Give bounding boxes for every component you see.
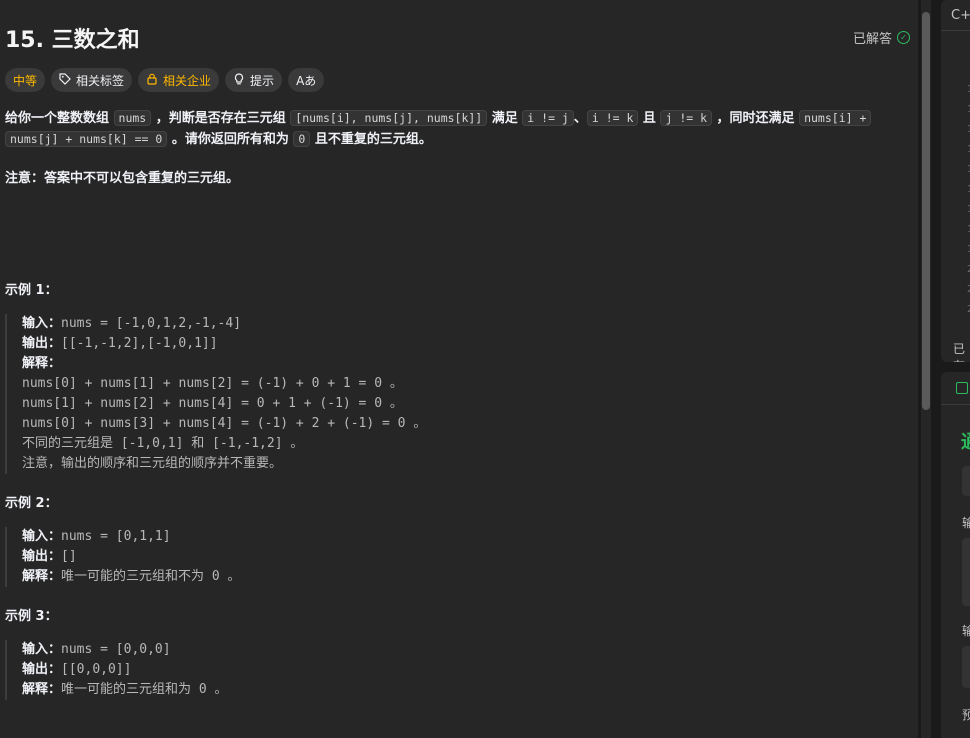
solved-status: 已解答 ✓	[853, 28, 910, 47]
inline-code: [nums[i], nums[j], nums[k]]	[290, 110, 488, 126]
example-explanation-value: 唯一可能的三元组和不为 0 。	[61, 569, 241, 584]
result-status: 通	[961, 428, 970, 454]
explanation-detail-line: 注意，输出的顺序和三元组的顺序并不重要。	[22, 456, 283, 471]
hint-tag[interactable]: 提示	[225, 68, 283, 92]
example-explanation-line: 解释：	[22, 354, 426, 374]
example-2-block: 输入：nums = [0,1,1] 输出：[] 解释：唯一可能的三元组和不为 0…	[5, 527, 241, 587]
explanation-detail-line: nums[0] + nums[1] + nums[2] = (-1) + 0 +…	[22, 376, 403, 391]
inline-code: i != k	[586, 110, 639, 126]
lock-icon	[146, 73, 158, 88]
testcase-chip[interactable]	[962, 466, 970, 496]
example-2-title: 示例 2：	[5, 496, 58, 511]
check-circle-icon: ✓	[897, 31, 910, 44]
explanation-label: 解释：	[22, 569, 62, 584]
example-3-block: 输入：nums = [0,0,0] 输出：[[0,0,0]] 解释：唯一可能的三…	[5, 640, 228, 700]
example-output-line: 输出：[[-1,-1,2],[-1,0,1]]	[22, 334, 426, 354]
output-label: 输出：	[22, 662, 62, 677]
description-scrollbar[interactable]	[921, 0, 931, 738]
field-label: 输	[962, 516, 970, 530]
translate-icon: Aあ	[296, 73, 317, 88]
difficulty-label: 中等	[13, 73, 38, 88]
example-input-value: nums = [-1,0,1,2,-1,-4]	[61, 316, 242, 331]
topics-label: 相关标签	[76, 73, 125, 88]
example-input-value: nums = [0,0,0]	[61, 642, 171, 657]
lightbulb-icon	[233, 72, 245, 88]
explanation-detail-line: nums[0] + nums[3] + nums[4] = (-1) + 2 +…	[22, 416, 427, 431]
statement-text: ，判断是否存在三元组	[151, 111, 291, 126]
tag-row: 中等 相关标签 相关企业 提示 Aあ	[5, 68, 325, 92]
problem-description-pane: 15. 三数之和 已解答 ✓ 中等 相关标签 相关企业 提示 Aあ 给你一个整数…	[0, 0, 918, 738]
statement-text: 、	[573, 111, 587, 126]
example-output-value: []	[61, 549, 77, 564]
inline-code: j != k	[660, 110, 713, 126]
test-result-panel: 通 输 输 预	[941, 372, 970, 738]
input-label: 输入：	[22, 529, 62, 544]
editor-footer-status: 已存	[953, 342, 966, 362]
hint-label: 提示	[250, 73, 275, 88]
example-output-value: [[-1,-1,2],[-1,0,1]]	[61, 336, 218, 351]
translate-button[interactable]: Aあ	[288, 68, 325, 92]
solved-label: 已解答	[852, 32, 892, 47]
problem-statement: 给你一个整数数组 nums ，判断是否存在三元组 [nums[i], nums[…	[5, 108, 900, 150]
output-label: 输出：	[22, 549, 62, 564]
example-input-value: nums = [0,1,1]	[61, 529, 171, 544]
output-label: 输出：	[22, 336, 62, 351]
input-label: 输入：	[22, 642, 62, 657]
problem-title[interactable]: 15. 三数之和	[5, 22, 140, 54]
inline-code: 0	[293, 131, 311, 147]
statement-text: 给你一个整数数组	[5, 111, 114, 126]
language-tab[interactable]: C+	[951, 8, 970, 23]
explanation-detail-line: nums[1] + nums[2] + nums[4] = 0 + 1 + (-…	[22, 396, 403, 411]
statement-text: 且	[638, 111, 661, 126]
editor-header-divider	[941, 30, 970, 31]
example-input-line: 输入：nums = [0,0,0]	[22, 640, 228, 660]
example-output-line: 输出：[[0,0,0]]	[22, 660, 228, 680]
statement-text: 且不重复的三元组。	[310, 132, 432, 147]
example-3-title: 示例 3：	[5, 609, 58, 624]
explanation-detail-line: 不同的三元组是 [-1,0,1] 和 [-1,-1,2] 。	[22, 436, 304, 451]
statement-text: 。请你返回所有和为	[167, 132, 294, 147]
companies-tag[interactable]: 相关企业	[138, 68, 220, 92]
example-explanation-value: 唯一可能的三元组和为 0 。	[61, 682, 228, 697]
inline-code: nums[i] +	[799, 110, 872, 126]
example-1-title: 示例 1：	[5, 283, 58, 298]
difficulty-tag[interactable]: 中等	[5, 68, 46, 92]
field-label: 输	[962, 624, 970, 638]
companies-label: 相关企业	[163, 73, 212, 88]
example-output-line: 输出：[]	[22, 547, 241, 567]
input-label: 输入：	[22, 316, 62, 331]
explanation-label: 解释：	[22, 682, 62, 697]
example-output-value: [[0,0,0]]	[61, 662, 132, 677]
tag-icon	[59, 72, 71, 88]
example-explanation-line: 解释：唯一可能的三元组和为 0 。	[22, 680, 228, 700]
checkbox-icon[interactable]	[956, 382, 968, 394]
example-explanation-line: 解释：唯一可能的三元组和不为 0 。	[22, 567, 241, 587]
topics-tag[interactable]: 相关标签	[51, 68, 133, 92]
inline-code: i != j	[522, 110, 574, 126]
code-editor-panel: C+ 1 1 1 1 1 1 1 1 1 2 2 2 已存	[941, 0, 970, 362]
test-header-divider	[941, 404, 970, 405]
inline-code: nums	[113, 110, 152, 126]
statement-text: ，同时还满足	[712, 111, 800, 126]
input-box	[962, 538, 970, 606]
statement-text: 满足	[487, 111, 523, 126]
scrollbar-thumb[interactable]	[922, 12, 930, 410]
inline-code: nums[j] + nums[k] == 0	[5, 131, 168, 147]
example-input-line: 输入：nums = [-1,0,1,2,-1,-4]	[22, 314, 426, 334]
explanation-label: 解释：	[22, 356, 62, 371]
example-input-line: 输入：nums = [0,1,1]	[22, 527, 241, 547]
example-1-block: 输入：nums = [-1,0,1,2,-1,-4] 输出：[[-1,-1,2]…	[5, 314, 426, 474]
output-box	[962, 646, 970, 688]
field-label: 预	[962, 708, 970, 722]
note-text: 注意：答案中不可以包含重复的三元组。	[5, 171, 240, 186]
title-row: 15. 三数之和 已解答 ✓	[5, 22, 910, 54]
